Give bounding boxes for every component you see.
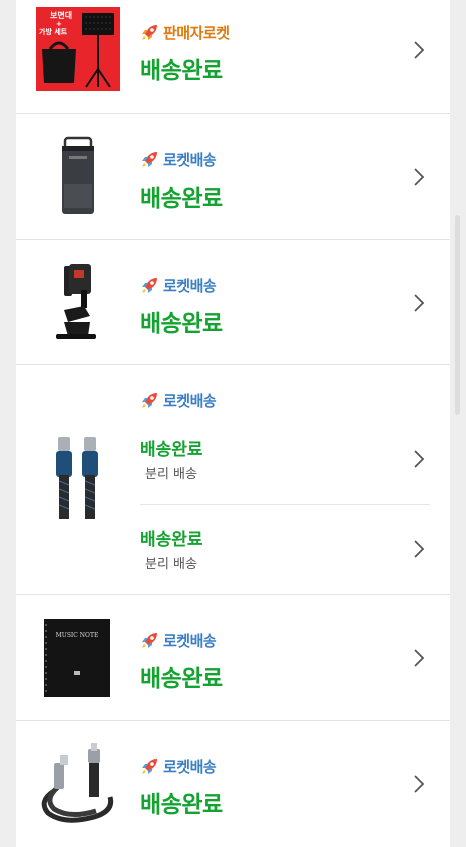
product-thumbnail[interactable] (34, 435, 120, 521)
rocket-icon (142, 152, 157, 167)
shipment-divider (140, 504, 430, 505)
usb-c-cable-icon (56, 437, 98, 519)
delivery-status: 배송완료 (140, 186, 223, 212)
product-thumbnail[interactable] (34, 260, 120, 346)
chevron-right-icon[interactable] (412, 539, 426, 559)
product-thumbnail[interactable]: MUSIC NOTE (34, 615, 120, 701)
badge-label: 로켓배송 (163, 150, 217, 169)
order-card[interactable]: 로켓배송 배송완료 (16, 721, 450, 847)
rocket-delivery-badge: 로켓배송 (140, 273, 217, 297)
scroll-indicator[interactable] (455, 215, 460, 415)
badge-label: 로켓배송 (163, 757, 217, 776)
chevron-right-icon[interactable] (412, 293, 426, 313)
seller-rocket-badge: 판매자로켓 (140, 20, 230, 44)
notebook-title: MUSIC NOTE (56, 632, 99, 639)
angled-usb-c-cable-icon (41, 743, 114, 823)
svg-text:+: + (56, 20, 62, 28)
delivery-status: 배송완료 (140, 530, 203, 550)
badge-label: 로켓배송 (163, 631, 217, 650)
split-delivery-note: 분리 배송 (145, 557, 197, 572)
music-notebook-icon: MUSIC NOTE (44, 619, 110, 697)
delivery-status: 배송완료 (140, 58, 223, 84)
rocket-delivery-badge: 로켓배송 (140, 754, 217, 778)
music-stand-set-icon: 보면대 + 가방 세트 (36, 7, 120, 91)
delivery-status: 배송완료 (140, 440, 203, 460)
badge-label: 로켓배송 (163, 391, 217, 410)
badge-label: 로켓배송 (163, 276, 217, 295)
rocket-icon (142, 25, 157, 40)
rocket-icon (142, 633, 157, 648)
order-card[interactable]: 로켓배송 배송완료 (16, 114, 450, 240)
phone-clamp-holder-icon (56, 264, 96, 339)
product-thumbnail[interactable]: 보면대 + 가방 세트 (36, 7, 120, 91)
delivery-status: 배송완료 (140, 792, 223, 818)
rocket-icon (142, 759, 157, 774)
split-delivery-note: 분리 배송 (145, 467, 197, 482)
product-thumbnail[interactable] (34, 134, 120, 220)
chevron-right-icon[interactable] (412, 648, 426, 668)
rocket-delivery-badge: 로켓배송 (140, 147, 217, 171)
delivery-status: 배송완료 (140, 666, 223, 692)
rocket-icon (142, 393, 157, 408)
rocket-icon (142, 278, 157, 293)
chevron-right-icon[interactable] (412, 40, 426, 60)
order-card[interactable]: MUSIC NOTE 로켓배송 배송완료 (16, 595, 450, 721)
product-thumbnail[interactable] (34, 741, 120, 827)
chevron-right-icon[interactable] (412, 774, 426, 794)
rocket-delivery-badge: 로켓배송 (140, 388, 217, 412)
chevron-right-icon[interactable] (412, 167, 426, 187)
rocket-delivery-badge: 로켓배송 (140, 628, 217, 652)
delivery-status: 배송완료 (140, 311, 223, 337)
order-card[interactable]: 보면대 + 가방 세트 판매자로켓 배송완료 (16, 0, 450, 114)
thumb-label: 보면대 (50, 10, 72, 20)
order-list: 보면대 + 가방 세트 판매자로켓 배송완료 로켓배송 배송완료 로켓배송 배송… (16, 0, 450, 847)
chevron-right-icon[interactable] (412, 449, 426, 469)
order-card: 로켓배송 배송완료 분리 배송 배송완료 분리 배송 (16, 365, 450, 595)
order-card[interactable]: 로켓배송 배송완료 (16, 240, 450, 365)
power-bank-icon (62, 136, 94, 214)
badge-label: 판매자로켓 (163, 23, 230, 42)
svg-text:가방 세트: 가방 세트 (39, 27, 68, 36)
